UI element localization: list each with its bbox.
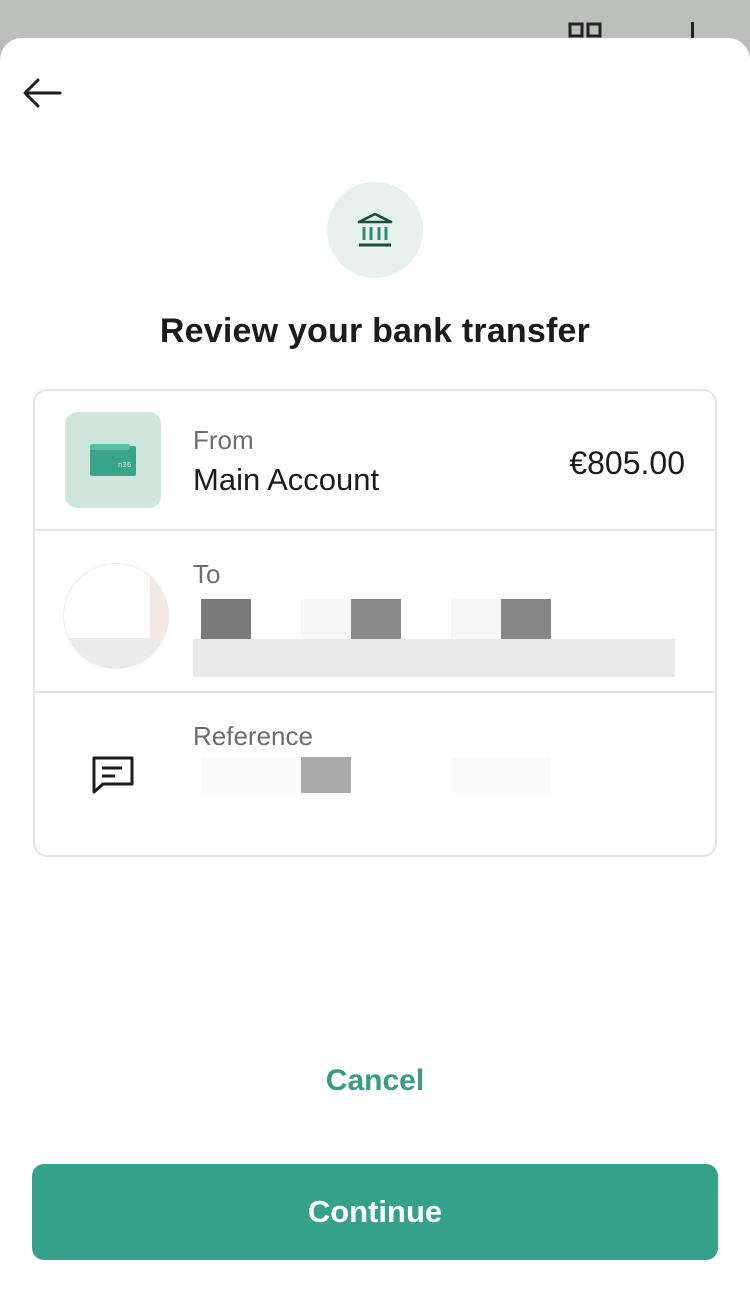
to-row: To [35, 531, 715, 693]
redacted-block [501, 599, 551, 639]
cancel-button[interactable]: Cancel [0, 1064, 750, 1098]
transfer-summary-card: n26 From Main Account €805.00 To Referen… [33, 389, 717, 857]
from-account-name: Main Account [193, 462, 380, 497]
bank-icon-badge [327, 182, 423, 278]
message-icon [92, 756, 134, 794]
wallet-tile: n26 [65, 412, 161, 508]
to-label: To [193, 559, 221, 589]
redacted-block [451, 757, 551, 793]
redacted-block [301, 757, 351, 793]
review-transfer-sheet: Review your bank transfer n26 From Main … [0, 38, 750, 1292]
reference-label: Reference [193, 721, 313, 751]
page-title: Review your bank transfer [159, 312, 591, 350]
reference-row: Reference [35, 693, 715, 855]
redacted-block [193, 639, 675, 677]
transfer-amount: €805.00 [569, 445, 685, 481]
wallet-icon: n26 [90, 444, 136, 476]
background-app-bar [0, 0, 750, 40]
svg-text:n26: n26 [118, 461, 132, 469]
from-row: n26 From Main Account €805.00 [35, 391, 715, 531]
redacted-block [451, 599, 501, 639]
arrow-left-icon [23, 78, 62, 108]
continue-button[interactable]: Continue [32, 1164, 718, 1260]
back-button[interactable] [18, 73, 66, 113]
bank-icon [357, 212, 393, 247]
redacted-block [301, 599, 351, 639]
redacted-block [351, 599, 401, 639]
redacted-block [201, 599, 251, 639]
redacted-block [201, 757, 301, 793]
recipient-avatar [63, 563, 169, 669]
from-label: From [193, 425, 254, 455]
